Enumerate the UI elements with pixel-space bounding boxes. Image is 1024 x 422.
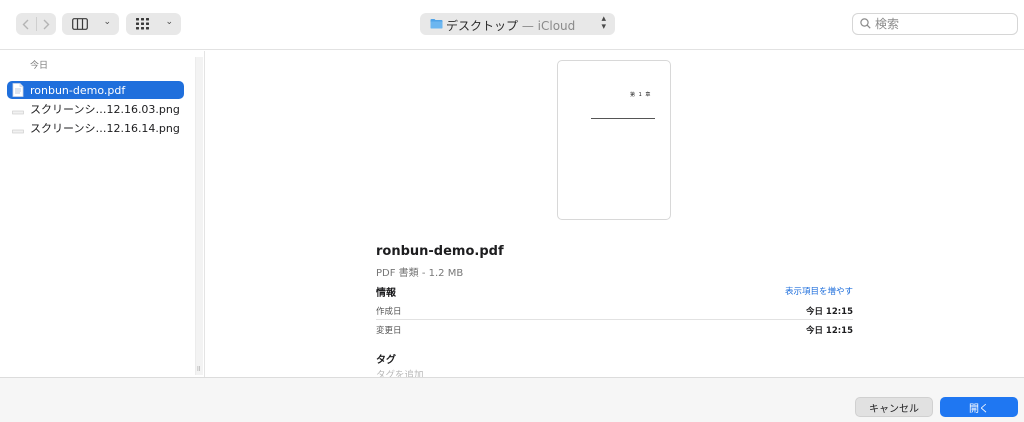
group-by-button[interactable]: ⌄ <box>126 13 181 35</box>
location-popup[interactable]: デスクトップ — iCloud ▴ ▾ <box>420 13 615 35</box>
section-header-today: 今日 <box>30 61 49 71</box>
tags-input[interactable] <box>376 369 576 377</box>
file-name: ronbun-demo.pdf <box>30 83 126 97</box>
preview-file-name: ronbun-demo.pdf <box>376 244 504 259</box>
preview-kind-size: PDF 書類 - 1.2 MB <box>376 268 464 279</box>
chevron-down-icon: ⌄ <box>103 17 111 27</box>
column-scrollbar[interactable] <box>195 57 203 375</box>
show-more-link[interactable]: 表示項目を増やす <box>785 285 853 297</box>
meta-value: 今日 12:15 <box>805 307 853 317</box>
navigation-buttons <box>16 13 56 35</box>
forward-button[interactable] <box>36 13 56 35</box>
file-list: 今日 ronbun-demo.pdf スクリーンシ…12.16.03.png ス… <box>0 51 205 377</box>
location-label: デスクトップ — iCloud <box>446 17 575 34</box>
view-mode-button[interactable]: ⌄ <box>62 13 119 35</box>
meta-row-modified: 変更日 今日 12:15 <box>376 320 853 338</box>
document-thumbnail: 第 1 章 <box>557 60 671 220</box>
meta-value: 今日 12:15 <box>805 326 853 336</box>
column-resize-handle[interactable]: ॥ <box>196 363 201 374</box>
location-service: iCloud <box>537 19 576 33</box>
meta-label: 変更日 <box>376 326 402 336</box>
back-button[interactable] <box>16 13 36 35</box>
cancel-button[interactable]: キャンセル <box>855 397 933 417</box>
up-down-chevron-icon: ▴ ▾ <box>601 14 606 32</box>
chevron-down-icon: ⌄ <box>165 17 173 27</box>
open-button[interactable]: 開く <box>940 397 1018 417</box>
dialog-footer: キャンセル 開く <box>0 377 1024 422</box>
file-row-ronbun-demo-pdf[interactable]: ronbun-demo.pdf <box>7 81 184 99</box>
image-thumbnail-icon <box>12 110 24 115</box>
info-heading: 情報 <box>376 288 396 299</box>
chevron-right-icon <box>43 19 50 29</box>
thumbnail-rule <box>591 118 655 119</box>
tags-heading: タグ <box>376 355 396 366</box>
chevron-left-icon <box>22 19 29 29</box>
location-folder: デスクトップ <box>446 19 519 33</box>
search-icon <box>860 18 871 29</box>
search-field[interactable] <box>852 13 1018 35</box>
folder-icon <box>430 19 443 29</box>
file-row-screenshot-2[interactable]: スクリーンシ…12.16.14.png <box>7 119 184 137</box>
file-name: スクリーンシ…12.16.03.png <box>30 103 180 116</box>
toolbar: ⌄ ⌄ デスクトップ — iCloud ▴ ▾ <box>0 0 1024 50</box>
grid-view-icon <box>136 18 149 30</box>
file-row-screenshot-1[interactable]: スクリーンシ…12.16.03.png <box>7 100 184 118</box>
meta-label: 作成日 <box>376 307 402 317</box>
location-separator: — <box>518 19 538 33</box>
file-name: スクリーンシ…12.16.14.png <box>30 122 180 135</box>
meta-row-created: 作成日 今日 12:15 <box>376 301 853 319</box>
image-thumbnail-icon <box>12 129 24 134</box>
preview-pane: 第 1 章 ronbun-demo.pdf PDF 書類 - 1.2 MB 情報… <box>206 51 1024 377</box>
search-input[interactable] <box>875 16 1011 32</box>
pdf-document-icon <box>12 83 24 97</box>
column-view-icon <box>72 18 88 30</box>
thumbnail-chapter-text: 第 1 章 <box>630 92 652 98</box>
